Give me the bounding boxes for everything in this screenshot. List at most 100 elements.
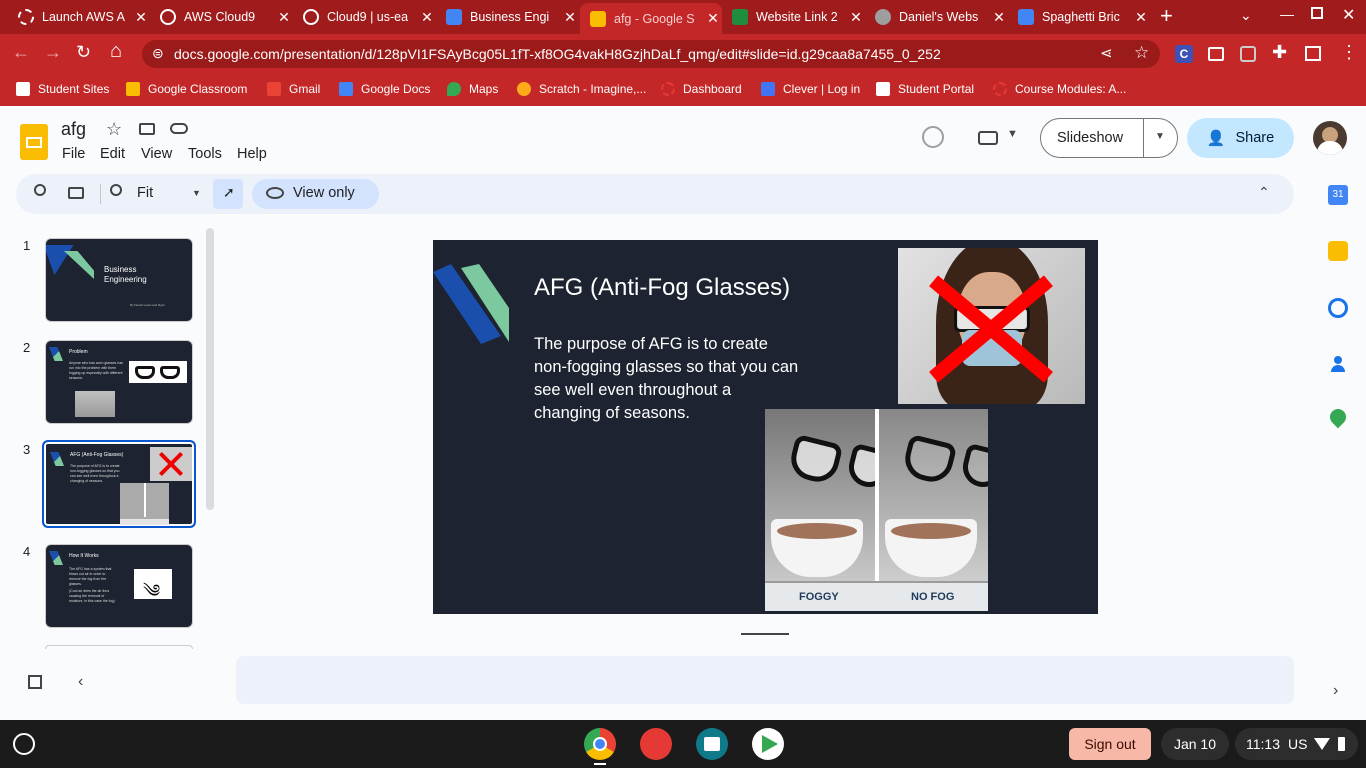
- print-icon[interactable]: [68, 187, 84, 199]
- menu-edit[interactable]: Edit: [100, 146, 125, 162]
- slide-thumbnail-partial[interactable]: [45, 645, 193, 649]
- tab[interactable]: AWS Cloud9 ✕: [150, 3, 293, 31]
- canvas-app-icon[interactable]: [640, 728, 672, 760]
- tasks-icon[interactable]: [1328, 298, 1348, 318]
- tab[interactable]: Business Engi ✕: [436, 3, 579, 31]
- chrome-icon[interactable]: [584, 728, 616, 760]
- forward-icon[interactable]: →: [44, 42, 62, 63]
- slide-thumbnail-selected[interactable]: AFG (Anti-Fog Glasses) The purpose of AF…: [42, 440, 196, 528]
- close-window-icon[interactable]: ✕: [1342, 5, 1355, 25]
- star-icon[interactable]: ☆: [1134, 43, 1149, 63]
- bookmark-item[interactable]: Google Docs: [339, 82, 430, 96]
- play-store-icon[interactable]: [752, 728, 784, 760]
- docs-icon: [339, 82, 353, 96]
- date-tray[interactable]: Jan 10: [1161, 728, 1229, 760]
- extensions-icon[interactable]: ✚: [1272, 42, 1287, 63]
- collapse-filmstrip-icon[interactable]: ‹: [78, 673, 83, 691]
- screenshot-extension-icon[interactable]: [1240, 46, 1256, 62]
- star-icon[interactable]: ☆: [106, 119, 122, 140]
- back-icon[interactable]: ←: [12, 42, 30, 63]
- close-icon[interactable]: ✕: [561, 9, 579, 26]
- close-icon[interactable]: ✕: [418, 9, 436, 26]
- contacts-icon[interactable]: [1328, 354, 1348, 374]
- bookmark-item[interactable]: Student Sites: [16, 82, 109, 96]
- bookmark-item[interactable]: Student Portal: [876, 82, 974, 96]
- close-icon[interactable]: ✕: [275, 9, 293, 26]
- tab[interactable]: Cloud9 | us-ea ✕: [293, 3, 436, 31]
- close-icon[interactable]: ✕: [847, 9, 865, 26]
- classroom-icon: [126, 82, 140, 96]
- collapse-toolbar-icon[interactable]: ⌃: [1258, 184, 1270, 201]
- speaker-notes-area[interactable]: [236, 656, 1294, 704]
- menu-view[interactable]: View: [141, 146, 172, 162]
- home-icon[interactable]: ⌂: [110, 40, 122, 63]
- new-tab-button[interactable]: +: [1160, 3, 1173, 29]
- version-history-icon[interactable]: [922, 126, 944, 148]
- meet-camera-icon[interactable]: [978, 131, 998, 145]
- reload-icon[interactable]: ↻: [76, 42, 91, 63]
- document-title[interactable]: afg: [61, 119, 86, 140]
- avatar[interactable]: [1313, 121, 1347, 155]
- tab-active[interactable]: afg - Google S ✕: [580, 3, 722, 34]
- clever-extension-icon[interactable]: C: [1175, 45, 1193, 63]
- notes-resize-handle[interactable]: [741, 633, 789, 635]
- view-only-badge[interactable]: View only: [252, 179, 379, 209]
- zoom-select[interactable]: Fit: [137, 185, 153, 201]
- tab[interactable]: Spaghetti Bric ✕: [1008, 3, 1150, 31]
- menu-help[interactable]: Help: [237, 146, 267, 162]
- close-icon[interactable]: ✕: [132, 9, 150, 26]
- bookmark-item[interactable]: Clever | Log in: [761, 82, 860, 96]
- bookmark-item[interactable]: Maps: [447, 82, 498, 96]
- running-indicator: [594, 763, 606, 765]
- move-folder-icon[interactable]: [139, 123, 155, 135]
- bookmark-label: Student Portal: [898, 82, 975, 96]
- calendar-icon[interactable]: 31: [1328, 185, 1348, 205]
- grid-view-icon[interactable]: [28, 675, 42, 689]
- slideshow-options-icon[interactable]: ▼: [1155, 131, 1165, 142]
- maximize-icon[interactable]: [1311, 7, 1323, 19]
- close-icon[interactable]: ✕: [990, 9, 1008, 26]
- select-tool[interactable]: ➚: [213, 179, 243, 209]
- close-icon[interactable]: ✕: [1132, 9, 1150, 26]
- tab-title: Cloud9 | us-ea: [327, 10, 409, 24]
- address-bar[interactable]: ⊜ docs.google.com/presentation/d/128pVI1…: [142, 40, 1160, 68]
- bookmark-item[interactable]: Google Classroom: [126, 82, 247, 96]
- more-menu-icon[interactable]: ⋮: [1340, 42, 1358, 63]
- site-info-icon[interactable]: ⊜: [152, 45, 164, 62]
- menu-file[interactable]: File: [62, 146, 85, 162]
- slide-thumbnail[interactable]: Problem Anyone who has worn glasses has …: [45, 340, 193, 424]
- sign-out-button[interactable]: Sign out: [1069, 728, 1151, 760]
- share-page-icon[interactable]: ⋖: [1100, 44, 1113, 62]
- bookmark-item[interactable]: Dashboard: [661, 82, 742, 96]
- bookmark-item[interactable]: Gmail: [267, 82, 320, 96]
- search-menus-icon[interactable]: [34, 184, 46, 196]
- wind-icon: ༄: [143, 581, 161, 601]
- filmstrip-scrollbar[interactable]: [206, 228, 214, 510]
- printer-extension-icon[interactable]: [1208, 47, 1224, 61]
- keep-icon[interactable]: [1328, 241, 1348, 261]
- bookmark-item[interactable]: Scratch - Imagine,...: [517, 82, 646, 96]
- minimize-icon[interactable]: —: [1280, 6, 1294, 22]
- status-tray[interactable]: 11:13 US: [1235, 728, 1358, 760]
- url-text[interactable]: docs.google.com/presentation/d/128pVI1FS…: [174, 46, 941, 62]
- zoom-icon[interactable]: [110, 184, 122, 196]
- cloud-status-icon[interactable]: [170, 123, 188, 134]
- tab-search-icon[interactable]: ⌄: [1240, 7, 1252, 24]
- share-button[interactable]: 👤 Share: [1187, 118, 1294, 158]
- tab[interactable]: Launch AWS A ✕: [8, 3, 150, 31]
- bookmark-item[interactable]: Course Modules: A...: [993, 82, 1126, 96]
- slide-thumbnail[interactable]: How It Works The AFG has a system that b…: [45, 544, 193, 628]
- tab[interactable]: Daniel's Webs ✕: [865, 3, 1008, 31]
- slideshow-button[interactable]: Slideshow ▼: [1040, 118, 1178, 158]
- side-panel-icon[interactable]: [1305, 46, 1321, 61]
- menu-tools[interactable]: Tools: [188, 146, 222, 162]
- close-icon[interactable]: ✕: [704, 10, 722, 27]
- classroom-app-icon[interactable]: [696, 728, 728, 760]
- tab[interactable]: Website Link 2 ✕: [722, 3, 865, 31]
- slides-logo-icon[interactable]: [20, 124, 48, 160]
- slide-thumbnail[interactable]: Business Engineering By Daniel Lewis and…: [45, 238, 193, 322]
- show-side-panel-icon[interactable]: ›: [1333, 682, 1338, 700]
- caret-down-icon[interactable]: ▼: [1007, 128, 1018, 140]
- launcher-icon[interactable]: [13, 733, 35, 755]
- zoom-dropdown-icon[interactable]: ▼: [192, 188, 201, 198]
